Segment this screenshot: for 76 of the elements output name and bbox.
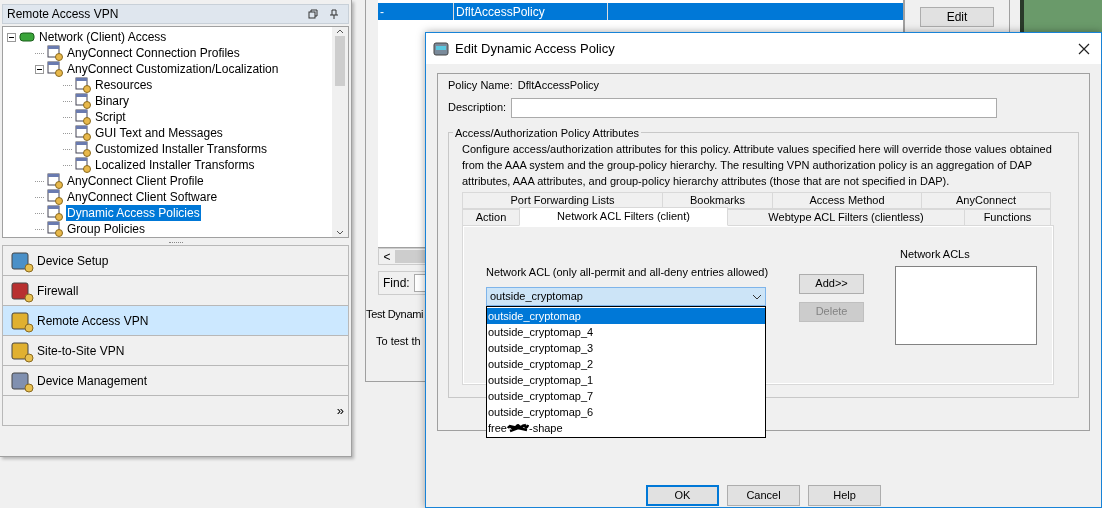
navigation-button[interactable]: Site-to-Site VPN [2, 335, 349, 366]
group-description: Configure access/authorization attributes for this policy. Attribute values specified here will override those values obtained from the AAA system and the group-policy hierarchy. The resulting VPN authorization policy is an aggregation of DAP attributes, AAA attributes, and group-policy hierarchy attributes (those that are not specified in DAP). [462, 141, 1053, 189]
tree-item[interactable]: AnyConnect Connection Profiles [66, 45, 241, 61]
close-icon[interactable] [1078, 42, 1090, 55]
connector-icon [19, 31, 35, 43]
settings-page-icon [47, 189, 63, 205]
edit-button[interactable]: Edit [920, 7, 994, 27]
settings-page-icon [75, 157, 91, 173]
tree-item[interactable]: AnyConnect Client Software [66, 189, 219, 205]
section-text: To test th [376, 333, 421, 349]
window-title: Edit Dynamic Access Policy [455, 39, 616, 58]
tree-item[interactable]: Binary [94, 93, 130, 109]
dropdown-option[interactable]: outside_cryptomap_6 [487, 404, 765, 420]
navigation-button[interactable]: Device Management [2, 365, 349, 396]
scroll-down-icon[interactable] [336, 230, 344, 235]
field-label: Description: [448, 100, 507, 116]
settings-page-icon [75, 141, 91, 157]
field-label: Policy Name: [448, 78, 513, 93]
settings-page-icon [47, 45, 63, 61]
dropdown-option[interactable]: outside_cryptomap_7 [487, 388, 765, 404]
dialog-button[interactable]: OK [646, 485, 719, 506]
restore-icon[interactable] [308, 9, 318, 19]
dropdown-option[interactable]: outside_cryptomap [487, 308, 765, 324]
settings-page-icon [75, 77, 91, 93]
collapse-icon[interactable] [7, 32, 16, 42]
tree-item[interactable]: Network (Client) Access [38, 29, 168, 45]
acl-list[interactable] [895, 266, 1038, 345]
add-button[interactable]: Add>> [799, 273, 865, 294]
dropdown-option[interactable]: free -shape [487, 420, 765, 436]
app-icon [433, 40, 449, 57]
navigation-button[interactable]: Firewall [2, 275, 349, 306]
settings-page-icon [75, 109, 91, 125]
settings-page-icon [47, 61, 63, 77]
navigation-button[interactable]: Device Setup [2, 245, 349, 276]
tab[interactable]: Port Forwarding Lists [462, 191, 663, 209]
table-cell: - [378, 3, 454, 20]
tree-item[interactable]: GUI Text and Messages [94, 125, 224, 141]
dropdown-option[interactable]: outside_cryptomap_2 [487, 356, 765, 372]
tree-item[interactable]: AnyConnect Client Profile [66, 173, 205, 189]
section-title: Test Dynami [366, 307, 424, 322]
tree-item[interactable]: AnyConnect Customization/Localization [66, 61, 280, 77]
dropdown-option[interactable]: outside_cryptomap_4 [487, 324, 765, 340]
settings-page-icon [75, 125, 91, 141]
tree-item[interactable]: Localized Installer Transforms [94, 157, 256, 173]
collapse-icon[interactable] [35, 64, 44, 74]
dropdown-option[interactable]: outside_cryptomap_3 [487, 340, 765, 356]
dialog-button[interactable]: Cancel [727, 485, 800, 506]
tab[interactable]: Access Method [772, 191, 922, 209]
settings-page-icon [47, 205, 63, 221]
scrollbar-thumb[interactable] [335, 36, 345, 86]
settings-page-icon [47, 173, 63, 189]
description-field[interactable] [511, 97, 998, 118]
chevron-down-icon [752, 293, 762, 300]
tree-item[interactable]: Customized Installer Transforms [94, 141, 269, 157]
table-row[interactable]: - DfltAccessPolicy [378, 3, 903, 20]
tree-item[interactable]: Resources [94, 77, 154, 93]
pin-icon[interactable] [330, 9, 338, 19]
field-label: Network ACL (only all-permit and all-deny entries allowed) [486, 264, 769, 280]
tree-item[interactable]: Dynamic Access Policies [66, 205, 201, 221]
scroll-up-icon[interactable] [336, 29, 344, 34]
panel-title: Remote Access VPN [7, 6, 120, 23]
scrollbar[interactable] [332, 27, 348, 237]
table-cell: DfltAccessPolicy [454, 3, 608, 20]
find-label: Find: [383, 275, 410, 292]
dropdown-option[interactable]: outside_cryptomap_1 [487, 372, 765, 388]
policy-name: DfltAccessPolicy [517, 78, 600, 93]
list-label: Network ACLs [900, 246, 971, 262]
tab[interactable]: AnyConnect [921, 191, 1051, 209]
tab[interactable]: Bookmarks [662, 191, 773, 209]
dialog-button[interactable]: Help [808, 485, 881, 506]
scroll-left-button[interactable]: < [379, 247, 395, 266]
tree-item[interactable]: Script [94, 109, 127, 125]
navigation-button[interactable]: Remote Access VPN [2, 305, 349, 336]
tree-item[interactable]: Group Policies [66, 221, 147, 237]
more-button[interactable]: » [336, 400, 344, 421]
settings-page-icon [75, 93, 91, 109]
